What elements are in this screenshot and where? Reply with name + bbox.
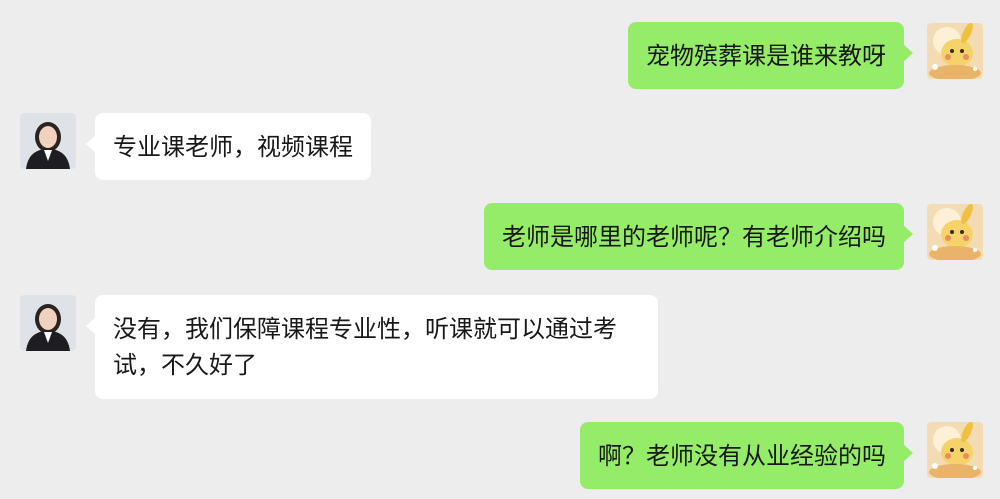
message-bubble-outgoing[interactable]: 啊？老师没有从业经验的吗 xyxy=(580,422,913,489)
agent-avatar[interactable] xyxy=(20,113,76,169)
agent-avatar-image xyxy=(20,295,76,351)
message-text: 专业课老师，视频课程 xyxy=(113,133,353,161)
user-avatar[interactable] xyxy=(927,23,983,79)
user-avatar[interactable] xyxy=(927,422,983,478)
message-bubble-outgoing[interactable]: 宠物殡葬课是谁来教呀 xyxy=(628,22,913,89)
agent-avatar[interactable] xyxy=(20,295,76,351)
user-avatar-image xyxy=(927,23,983,79)
message-text: 啊？老师没有从业经验的吗 xyxy=(598,442,886,470)
agent-avatar-image xyxy=(20,113,76,169)
message-text: 没有，我们保障课程专业性，听课就可以通过考试，不久好了 xyxy=(113,315,617,379)
user-avatar-image xyxy=(927,422,983,478)
user-avatar-image xyxy=(927,204,983,260)
message-text: 老师是哪里的老师呢？有老师介绍吗 xyxy=(502,223,886,251)
message-text: 宠物殡葬课是谁来教呀 xyxy=(646,42,886,70)
user-avatar[interactable] xyxy=(927,204,983,260)
message-bubble-incoming[interactable]: 专业课老师，视频课程 xyxy=(86,113,371,180)
message-bubble-incoming[interactable]: 没有，我们保障课程专业性，听课就可以通过考试，不久好了 xyxy=(86,295,658,399)
message-bubble-outgoing[interactable]: 老师是哪里的老师呢？有老师介绍吗 xyxy=(484,203,913,270)
